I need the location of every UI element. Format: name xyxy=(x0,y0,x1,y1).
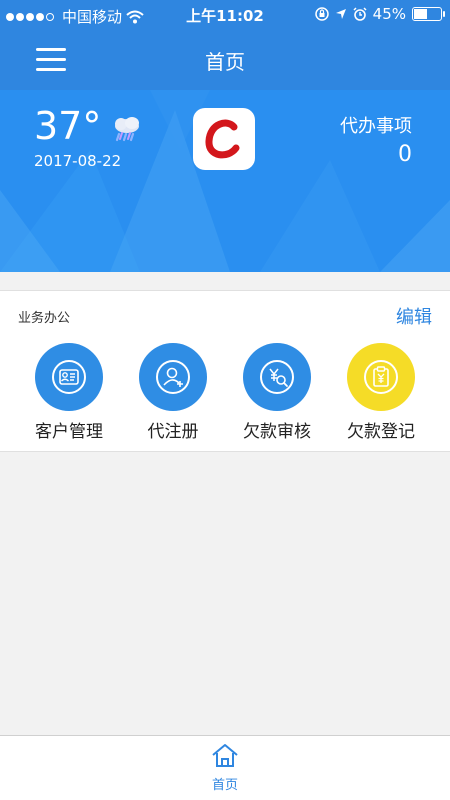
lock-rotation-icon xyxy=(314,7,329,21)
battery-icon xyxy=(412,7,445,21)
status-right: 45% xyxy=(314,5,445,23)
clipboard-yen-icon xyxy=(347,343,415,411)
app-screen: 中国移动 上午11:02 45% 首页 37° 2017-08-22 代办事项 … xyxy=(0,0,450,800)
temperature: 37° xyxy=(34,104,102,148)
weather-date: 2017-08-22 xyxy=(34,152,122,170)
rain-cloud-icon xyxy=(115,117,139,142)
logo-letter-c xyxy=(205,119,240,159)
tab-home[interactable]: 首页 xyxy=(175,742,275,793)
shortcut-label: 欠款审核 xyxy=(243,422,311,442)
home-icon xyxy=(212,744,238,767)
shortcut-label: 欠款登记 xyxy=(347,422,415,442)
todo-count[interactable]: 0 xyxy=(398,142,412,167)
location-arrow-icon xyxy=(335,9,346,19)
alarm-icon xyxy=(353,7,367,21)
todo-label[interactable]: 代办事项 xyxy=(340,112,412,138)
battery-percent: 45% xyxy=(372,5,406,23)
user-add-icon xyxy=(139,343,207,411)
app-logo xyxy=(193,108,255,170)
business-office-section: 业务办公 编辑 客户管理 代注册 欠款审核 欠款登记 xyxy=(0,290,450,452)
section-title: 业务办公 xyxy=(18,311,71,326)
page-title: 首页 xyxy=(205,50,245,74)
tab-bar: 首页 xyxy=(0,735,450,800)
debt-review-button[interactable]: 欠款审核 xyxy=(227,343,327,442)
yen-search-icon xyxy=(243,343,311,411)
edit-button[interactable]: 编辑 xyxy=(396,303,432,329)
customer-management-button[interactable]: 客户管理 xyxy=(19,343,119,442)
shortcut-label: 客户管理 xyxy=(35,422,103,442)
debt-registration-button[interactable]: 欠款登记 xyxy=(331,343,431,442)
nav-bar: 首页 xyxy=(0,30,450,90)
weather-banner: 37° 2017-08-22 代办事项 0 xyxy=(0,90,450,272)
tab-home-label: 首页 xyxy=(211,778,238,793)
status-bar: 中国移动 上午11:02 45% xyxy=(0,0,450,30)
agent-register-button[interactable]: 代注册 xyxy=(123,343,223,442)
customer-card-icon xyxy=(35,343,103,411)
shortcut-label: 代注册 xyxy=(147,422,199,442)
